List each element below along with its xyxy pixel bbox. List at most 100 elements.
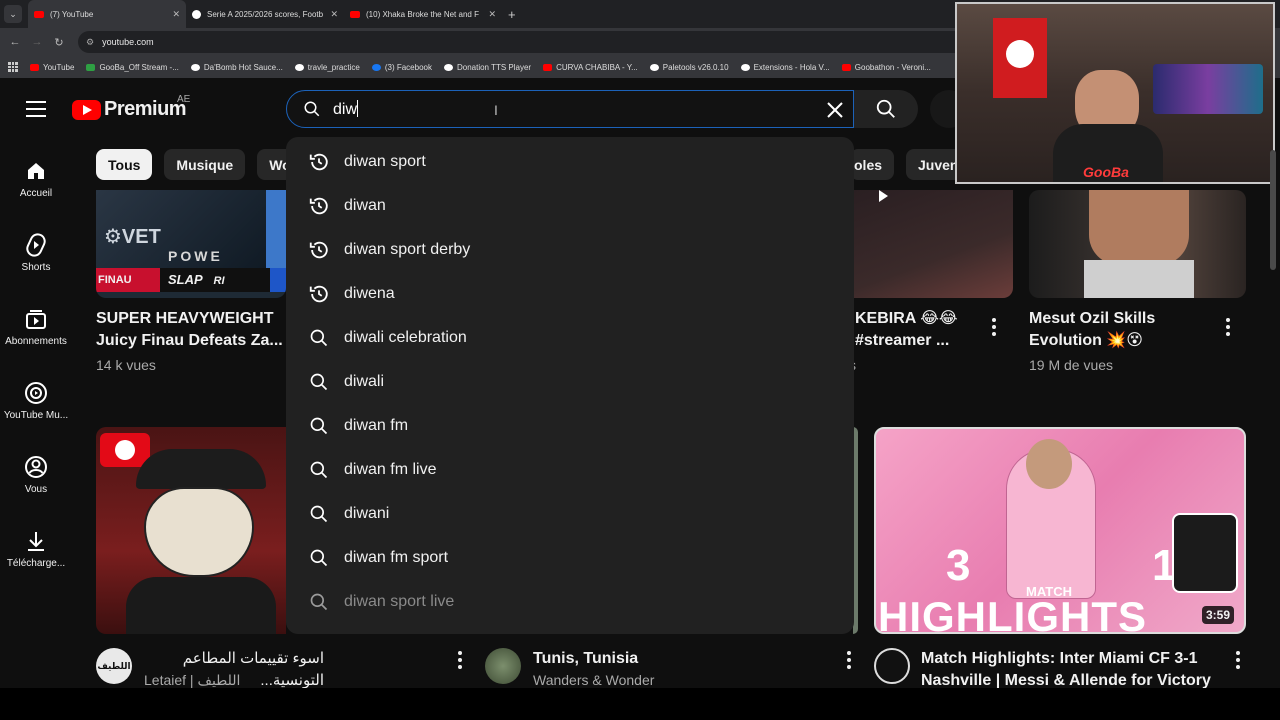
sidebar-item-home[interactable]: Accueil — [0, 158, 72, 199]
more-actions-icon[interactable] — [1226, 318, 1230, 339]
search-suggestion[interactable]: diwan — [286, 184, 854, 228]
bookmark-dabomb[interactable]: Da'Bomb Hot Sauce... — [190, 63, 283, 72]
bookmark-gooba-off-stream[interactable]: GooBa_Off Stream -... — [86, 63, 179, 72]
sidebar-item-youtube-music[interactable]: YouTube Mu... — [0, 380, 72, 421]
chip-partial-right[interactable]: oles — [850, 149, 895, 180]
bookmark-youtube[interactable]: YouTube — [30, 63, 74, 72]
bookmark-facebook[interactable]: (3) Facebook — [371, 63, 432, 72]
tab-serie-a[interactable]: Serie A 2025/2026 scores, Footb ✕ — [186, 0, 344, 28]
video-title[interactable]: KEBIRA 😂😂 #streamer ... — [855, 308, 958, 352]
suggestion-text: diwan fm live — [344, 461, 437, 478]
more-actions-icon[interactable] — [458, 651, 462, 672]
menu-icon[interactable] — [26, 101, 46, 117]
channel-avatar[interactable] — [485, 648, 521, 684]
video-thumbnail-highlights[interactable]: 3 1 MATCH HIGHLIGHTS 3:59 — [874, 427, 1246, 634]
sidebar-item-you[interactable]: Vous — [0, 454, 72, 495]
youtube-play-icon — [72, 99, 101, 120]
facebook-icon — [371, 63, 381, 71]
video-title[interactable]: SUPER HEAVYWEIGHT Juicy Finau Defeats Za.… — [96, 308, 283, 352]
video-thumbnail-slap[interactable]: ⚙VET POWE FINAU SLAP RI — [96, 190, 286, 298]
suggestion-text: diwan sport live — [344, 593, 455, 610]
chip-music[interactable]: Musique — [164, 149, 246, 180]
channel-name[interactable]: Letaief | اللطيف — [144, 672, 240, 689]
thumb-score-left: 3 — [946, 541, 971, 590]
search-suggestion[interactable]: diwena — [286, 272, 854, 316]
channel-avatar[interactable] — [874, 648, 910, 684]
search-suggestion[interactable]: diwan fm live — [286, 448, 854, 492]
video-title[interactable]: Tunis, Tunisia — [533, 648, 638, 670]
channel-name[interactable]: Wanders & Wonder — [533, 672, 654, 688]
search-suggestion[interactable]: diwan fm sport — [286, 536, 854, 580]
video-thumbnail-kebira[interactable] — [853, 190, 1013, 298]
video-title[interactable]: Match Highlights: Inter Miami CF 3-1 Nash… — [921, 648, 1211, 692]
video-thumbnail-restaurants[interactable] — [96, 427, 286, 634]
search-suggestion[interactable]: diwan sport — [286, 140, 854, 184]
search-suggestion[interactable]: diwani — [286, 492, 854, 536]
address-bar[interactable]: ⚙ youtube.com — [78, 31, 978, 53]
bookmark-donation-tts[interactable]: Donation TTS Player — [443, 63, 531, 72]
youtube-premium-logo[interactable]: Premium AE — [72, 94, 190, 121]
search-icon — [308, 460, 330, 480]
search-suggestion[interactable]: diwali celebration — [286, 316, 854, 360]
search-icon — [308, 328, 330, 348]
close-tab-icon[interactable]: ✕ — [330, 9, 338, 20]
search-button[interactable] — [854, 90, 918, 128]
video-title[interactable]: Mesut Ozil Skills Evolution 💥😵 — [1029, 308, 1155, 352]
search-query-text: diw — [333, 100, 358, 118]
bookmark-travle[interactable]: travle_practice — [294, 63, 360, 72]
search-suggestion[interactable]: diwan sport derby — [286, 228, 854, 272]
clear-search-icon[interactable] — [823, 98, 847, 122]
filter-chips: Tous Musique Wo — [96, 149, 315, 181]
shorts-icon — [26, 233, 46, 257]
more-actions-icon[interactable] — [1236, 651, 1240, 672]
logo-text: Premium — [104, 98, 187, 120]
site-icon — [443, 63, 453, 71]
sidebar-item-label: Shorts — [21, 262, 51, 273]
apps-grid-icon[interactable] — [8, 62, 18, 72]
thumb-text: FINAU — [96, 268, 160, 292]
tab-title: (10) Xhaka Broke the Net and F — [366, 9, 479, 19]
reload-icon[interactable]: ↻ — [48, 36, 70, 49]
sidebar-item-label: Télécharge... — [6, 558, 66, 569]
site-info-icon[interactable]: ⚙ — [86, 37, 94, 48]
tab-youtube[interactable]: (7) YouTube ✕ — [28, 0, 186, 28]
search-suggestion[interactable]: diwan fm — [286, 404, 854, 448]
more-actions-icon[interactable] — [992, 318, 996, 339]
search-suggestion[interactable]: diwan sport live — [286, 580, 854, 624]
tab-title: Serie A 2025/2026 scores, Footb — [207, 9, 324, 19]
sidebar-item-downloads[interactable]: Télécharge... — [0, 528, 72, 569]
close-tab-icon[interactable]: ✕ — [172, 9, 180, 20]
suggestion-text: diwan fm sport — [344, 549, 449, 566]
search-icon — [308, 592, 330, 612]
new-tab-button[interactable]: + — [508, 7, 516, 22]
sidebar-item-label: YouTube Mu... — [3, 410, 69, 421]
search-suggestion[interactable]: diwali — [286, 360, 854, 404]
search-icon — [308, 548, 330, 568]
back-icon[interactable]: ← — [4, 36, 26, 48]
more-actions-icon[interactable] — [847, 651, 851, 672]
tab-xhaka[interactable]: (10) Xhaka Broke the Net and F ✕ — [344, 0, 502, 28]
suggestion-text: diwan fm — [344, 417, 409, 434]
tab-search-icon[interactable]: ⌄ — [4, 5, 22, 23]
search-icon — [308, 416, 330, 436]
google-favicon-icon — [192, 9, 201, 19]
video-thumbnail-ozil[interactable] — [1029, 190, 1246, 298]
sidebar-item-subscriptions[interactable]: Abonnements — [0, 306, 72, 347]
bottom-bar — [0, 688, 1280, 720]
sidebar-item-label: Abonnements — [5, 336, 67, 347]
forward-icon[interactable]: → — [26, 36, 48, 48]
streamer-webcam-overlay: GooBa — [955, 2, 1275, 184]
channel-avatar[interactable]: اللطيف — [96, 648, 132, 684]
youtube-icon — [543, 63, 553, 71]
scrollbar[interactable] — [1270, 150, 1276, 270]
bookmark-paletools[interactable]: Paletools v26.0.10 — [649, 63, 729, 72]
puzzle-icon — [740, 63, 750, 71]
bookmark-curva-chabiba[interactable]: CURVA CHABIBA - Y... — [543, 63, 638, 72]
search-input[interactable]: diw I — [286, 90, 854, 128]
sidebar-item-shorts[interactable]: Shorts — [0, 232, 72, 273]
chip-all[interactable]: Tous — [96, 149, 153, 180]
suggestion-text: diwena — [344, 285, 395, 302]
bookmark-goobathon[interactable]: Goobathon - Veroni... — [841, 63, 931, 72]
close-tab-icon[interactable]: ✕ — [488, 9, 496, 20]
bookmark-extensions[interactable]: Extensions - Hola V... — [740, 63, 830, 72]
